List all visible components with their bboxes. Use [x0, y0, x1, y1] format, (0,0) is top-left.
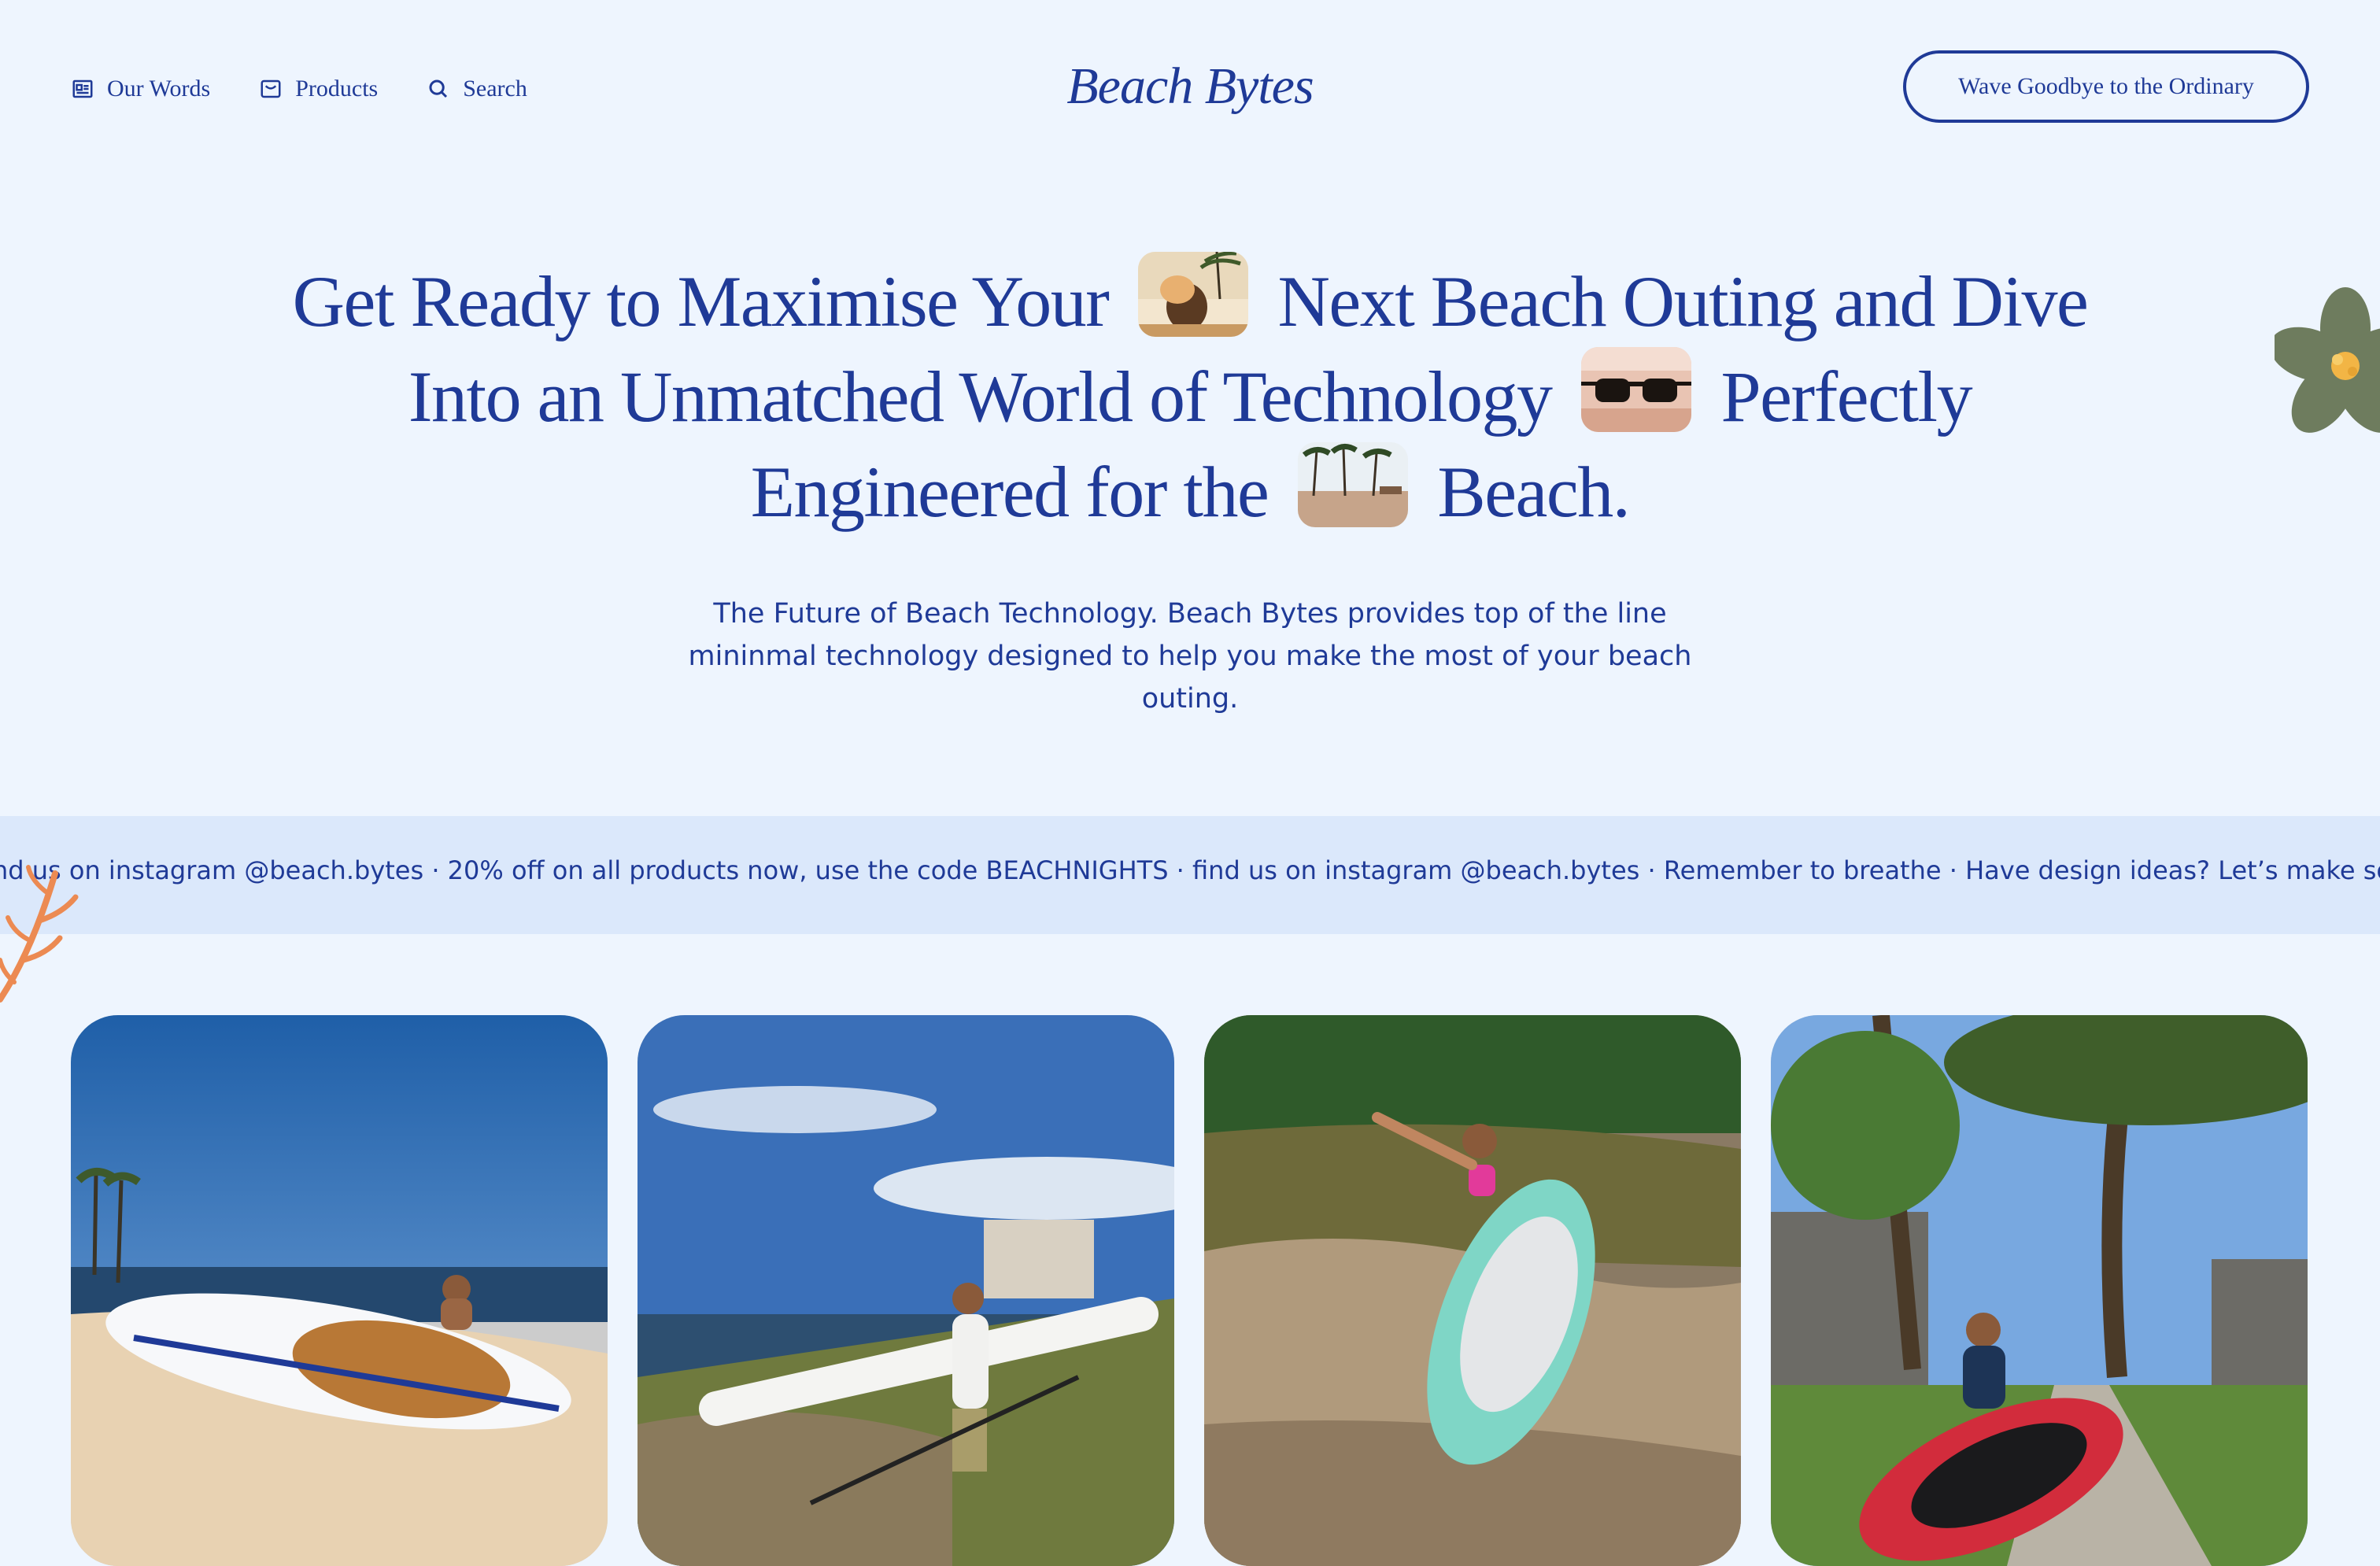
search-icon — [429, 79, 448, 98]
hero-section: Get Ready to Maximise Your Next Beach Ou… — [0, 252, 2380, 537]
gallery-card-paddleboard-rocks[interactable] — [1204, 1015, 1741, 1566]
headline-text: Next Beach Outing and Dive — [1277, 261, 2088, 342]
sunglasses-thumbnail — [1581, 347, 1691, 432]
beach-woman-thumbnail — [1137, 252, 1248, 337]
hero-headline-line-2: Into an Unmatched World of Technology Pe… — [0, 347, 2380, 442]
inbox-icon — [261, 79, 281, 98]
gallery-card-paddleboard-cliff[interactable] — [638, 1015, 1174, 1566]
hero-headline-line-3: Engineered for the Beach. — [0, 442, 2380, 537]
nav-links: Our Words Products Search — [71, 76, 527, 102]
product-gallery — [71, 1015, 2308, 1566]
headline-text: Get Ready to Maximise Your — [292, 261, 1110, 342]
nav-item-our-words[interactable]: Our Words — [71, 76, 210, 102]
nav-item-search[interactable]: Search — [427, 76, 527, 102]
promo-ticker: nd us on instagram @beach.bytes · 20% of… — [0, 816, 2380, 934]
beach-scene-thumbnail — [1297, 442, 1408, 527]
flower-decoration — [2275, 287, 2380, 433]
ticker-text: nd us on instagram @beach.bytes · 20% of… — [0, 855, 2380, 885]
headline-text: Beach. — [1437, 452, 1630, 532]
nav-item-products[interactable]: Products — [259, 76, 378, 102]
nav-item-label: Search — [463, 76, 527, 102]
cta-button[interactable]: Wave Goodbye to the Ordinary — [1903, 50, 2309, 123]
nav-item-label: Our Words — [107, 76, 211, 102]
headline-text: Engineered for the — [750, 452, 1269, 532]
top-navigation: Our Words Products Search Beach Bytes Wa… — [0, 0, 2380, 181]
gallery-card-paddleboard-path[interactable] — [1771, 1015, 2308, 1566]
newspaper-icon — [72, 79, 93, 98]
hero-subtitle: The Future of Beach Technology. Beach By… — [688, 598, 1692, 715]
headline-text: Perfectly — [1720, 356, 1973, 437]
nav-item-label: Products — [295, 76, 379, 102]
gallery-card-paddleboard-beach[interactable] — [71, 1015, 608, 1566]
hero-headline-line-1: Get Ready to Maximise Your Next Beach Ou… — [0, 252, 2380, 347]
coral-branch-decoration — [0, 865, 79, 1003]
headline-text: Into an Unmatched World of Technology — [408, 356, 1553, 437]
